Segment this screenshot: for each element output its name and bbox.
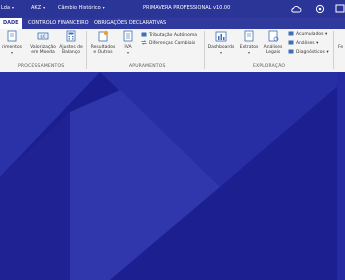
tab-contabilidade[interactable]: DADE	[0, 18, 22, 29]
exchange-icon	[141, 40, 147, 45]
dashboards-button[interactable]: Dashboards ▾	[206, 30, 236, 55]
tab-obrigacoes-declarativas[interactable]: OBRIGAÇÕES DECLARATIVAS	[91, 18, 169, 29]
extratos-button[interactable]: Extratos ▾	[238, 30, 260, 55]
chevron-down-icon: ▾	[247, 50, 250, 55]
group-label-apuramentos: APURAMENTOS	[129, 64, 166, 69]
window-icon[interactable]	[334, 3, 345, 15]
app-title: PRIMAVERA PROFESSIONAL v10.00	[143, 5, 231, 11]
history-selector[interactable]: Câmbio Histórico ▾	[58, 5, 105, 11]
chevron-down-icon: ▾	[316, 41, 319, 46]
resultados-label-2: e Outros	[93, 50, 113, 55]
iva-button[interactable]: IVA ▾	[120, 30, 136, 55]
analises-button[interactable]: Análises ▾	[288, 40, 318, 47]
group-label-processamentos: PROCESSAMENTOS	[18, 64, 65, 69]
analysis-icon	[288, 40, 294, 45]
ribbon: rimentos ▾ $€ Valorização em Moeda Ajust…	[0, 29, 345, 73]
diagnosticos-label: Diagnósticos	[296, 50, 325, 55]
ribbon-edge-label: Fe	[338, 45, 344, 50]
ribbon-tab-row: DADE CONTROLO FINANCEIRO OBRIGAÇÕES DECL…	[0, 18, 345, 29]
tributacao-label: Tributação Autónoma	[149, 33, 198, 38]
results-icon	[98, 30, 109, 42]
svg-text:$€: $€	[40, 34, 46, 40]
analises-legais-button[interactable]: Análises Legais	[261, 30, 285, 55]
chevron-down-icon: ▾	[324, 32, 328, 37]
diferencas-cambiais-button[interactable]: Diferenças Cambiais	[141, 40, 195, 47]
currency-icon: $€	[37, 32, 49, 40]
group-separator	[333, 31, 334, 69]
chevron-down-icon: ▾	[12, 5, 15, 10]
right-edge-panel	[337, 72, 345, 280]
history-label: Câmbio Histórico	[58, 5, 101, 11]
chevron-down-icon: ▾	[126, 50, 129, 55]
tributacao-autonoma-button[interactable]: Tributação Autónoma	[141, 32, 197, 39]
group-separator	[204, 31, 205, 69]
valorizacao-moeda-button[interactable]: $€ Valorização em Moeda	[28, 30, 58, 55]
ajustes-balanco-button[interactable]: Ajustes de Balanço	[58, 30, 84, 55]
documents-icon	[7, 30, 17, 42]
year-label: AKZ	[31, 5, 42, 11]
calculator-icon	[66, 30, 76, 42]
year-selector[interactable]: AKZ ▾	[31, 5, 45, 11]
diferencas-label: Diferenças Cambiais	[149, 41, 196, 46]
chevron-down-icon: ▾	[43, 5, 46, 10]
tab-controlo-financeiro[interactable]: CONTROLO FINANCEIRO	[25, 18, 92, 29]
group-label-exploracao: EXPLORAÇÃO	[253, 64, 286, 69]
lancamentos-button[interactable]: rimentos ▾	[0, 30, 25, 55]
cloud-icon[interactable]	[290, 3, 302, 15]
ajustes-label-2: Balanço	[62, 50, 80, 55]
legal-analysis-icon	[268, 30, 279, 42]
title-bar: Lda ▾ AKZ ▾ Câmbio Histórico ▾ PRIMAVERA PR…	[0, 0, 345, 18]
company-selector[interactable]: Lda ▾	[1, 5, 14, 11]
company-label: Lda	[1, 5, 11, 11]
tax-icon	[141, 32, 147, 37]
group-separator	[86, 31, 87, 69]
resultados-outros-button[interactable]: Resultados e Outros	[89, 30, 117, 55]
statement-icon	[244, 30, 254, 42]
workspace-background	[0, 72, 345, 280]
settings-icon[interactable]	[314, 3, 326, 15]
acumulados-label: Acumulados	[296, 32, 324, 37]
chevron-down-icon: ▾	[10, 50, 13, 55]
iva-document-icon	[123, 30, 133, 42]
chevron-down-icon: ▾	[102, 5, 105, 10]
acumulados-button[interactable]: Acumulados ▾	[288, 31, 327, 38]
analises-legais-label-2: Legais	[265, 50, 281, 55]
accumulated-icon	[288, 31, 294, 36]
chevron-down-icon: ▾	[326, 50, 329, 55]
analises-label: Análises	[296, 41, 315, 46]
diagnostics-icon	[288, 49, 294, 54]
diagnosticos-button[interactable]: Diagnósticos ▾	[288, 49, 329, 56]
dashboard-icon	[215, 31, 227, 42]
chevron-down-icon: ▾	[219, 50, 222, 55]
valorizacao-label-2: em Moeda	[31, 50, 55, 55]
